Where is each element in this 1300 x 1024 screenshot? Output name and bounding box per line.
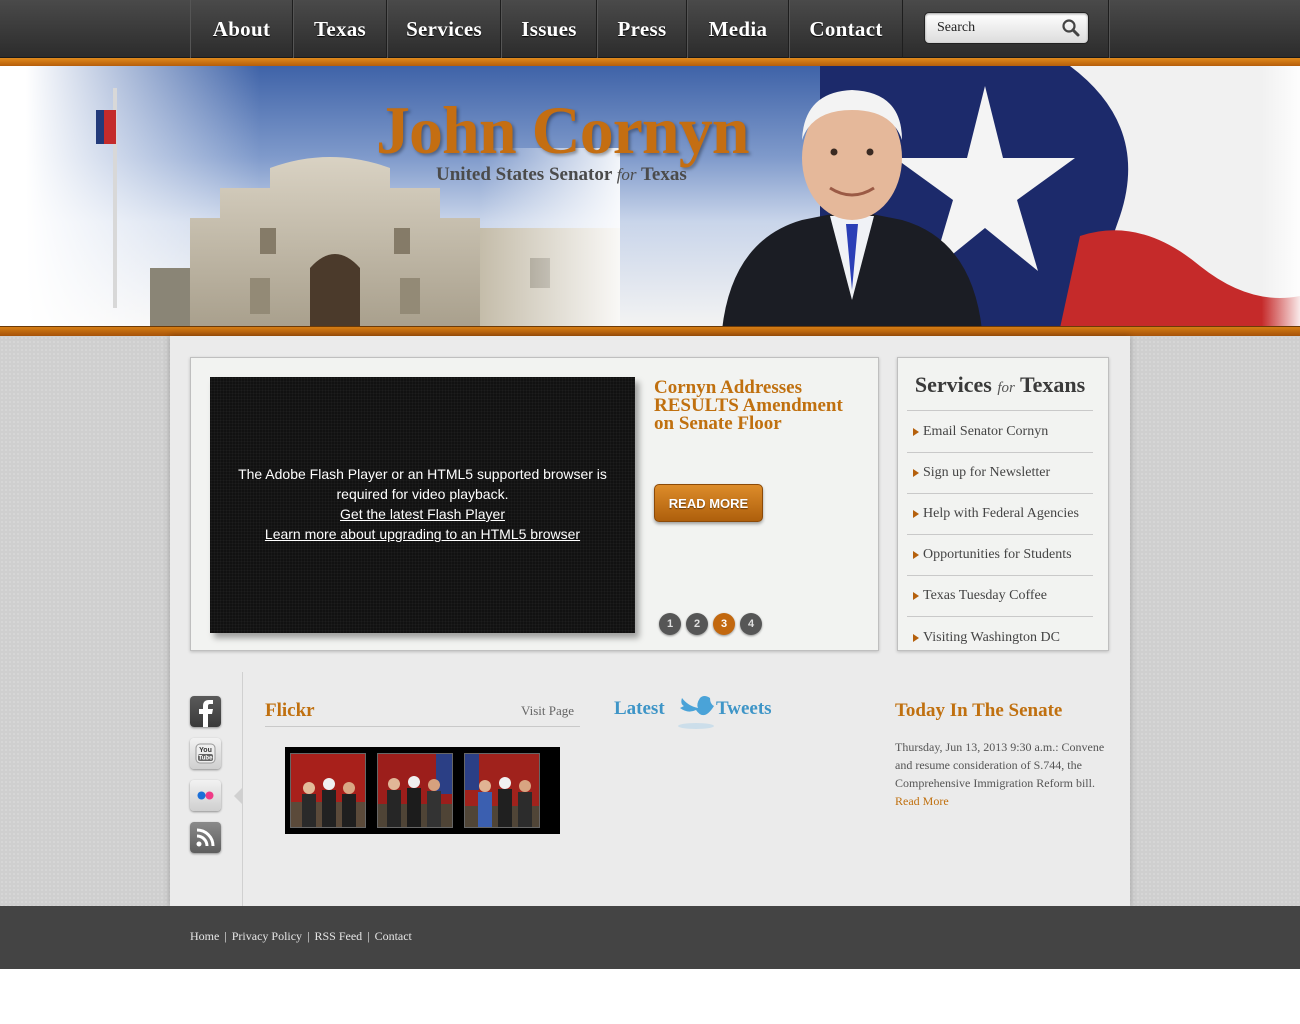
pager-dot-4[interactable]: 4 xyxy=(740,613,762,635)
service-label: Email Senator Cornyn xyxy=(923,424,1049,439)
svg-text:Tube: Tube xyxy=(199,756,214,762)
footer-separator: | xyxy=(307,929,310,943)
service-visiting-dc[interactable]: Visiting Washington DC xyxy=(907,617,1093,658)
footer-contact-link[interactable]: Contact xyxy=(375,929,412,943)
footer-home-link[interactable]: Home xyxy=(190,929,219,943)
subtitle-pre: United States Senator xyxy=(436,164,612,185)
read-more-button[interactable]: READ MORE xyxy=(654,484,763,522)
flash-player-link[interactable]: Get the latest Flash Player xyxy=(210,504,635,524)
tweets-tweets-label: Tweets xyxy=(716,698,772,719)
footer-rss-link[interactable]: RSS Feed xyxy=(314,929,362,943)
senate-title: Today In The Senate xyxy=(895,700,1063,721)
top-nav-bar: About Texas Services Issues Press Media … xyxy=(0,0,1300,58)
senator-portrait xyxy=(722,90,982,330)
header-banner: John Cornyn United States Senator for Te… xyxy=(0,58,1300,336)
social-divider xyxy=(242,672,243,906)
divider-notch xyxy=(234,788,242,804)
latest-tweets-header: Latest Tweets xyxy=(614,692,814,732)
twitter-bird-icon xyxy=(678,696,714,729)
senate-text: Thursday, Jun 13, 2013 9:30 a.m.: Conven… xyxy=(895,738,1105,810)
services-title: Services for Texans xyxy=(907,372,1093,411)
flickr-photo[interactable] xyxy=(377,753,453,828)
search-icon[interactable] xyxy=(1059,16,1083,40)
service-federal-agencies[interactable]: Help with Federal Agencies xyxy=(907,494,1093,535)
service-label: Help with Federal Agencies xyxy=(923,506,1079,521)
video-player[interactable]: The Adobe Flash Player or an HTML5 suppo… xyxy=(210,377,635,633)
senate-read-more-link[interactable]: Read More xyxy=(895,794,949,808)
video-message-text: The Adobe Flash Player or an HTML5 suppo… xyxy=(238,466,607,502)
service-students[interactable]: Opportunities for Students xyxy=(907,535,1093,576)
subtitle-for: for xyxy=(616,165,637,184)
flickr-photo-strip xyxy=(285,747,560,834)
footer-separator: | xyxy=(224,929,227,943)
pager-dot-3[interactable]: 3 xyxy=(713,613,735,635)
search-input[interactable] xyxy=(937,17,1057,39)
flickr-visit-page-link[interactable]: Visit Page xyxy=(521,703,574,719)
tweets-latest-label: Latest xyxy=(614,698,665,719)
footer-privacy-link[interactable]: Privacy Policy xyxy=(232,929,302,943)
orange-rule-bottom xyxy=(0,326,1300,336)
slide-pager: 1 2 3 4 xyxy=(659,613,762,635)
social-links: You Tube xyxy=(190,696,222,864)
nav-about[interactable]: About xyxy=(190,0,293,58)
facebook-icon[interactable] xyxy=(190,696,221,727)
arrow-right-icon xyxy=(913,469,919,477)
orange-rule-top xyxy=(0,58,1300,66)
footer-links: Home | Privacy Policy | RSS Feed | Contact xyxy=(190,929,412,944)
html5-browser-link[interactable]: Learn more about upgrading to an HTML5 b… xyxy=(210,524,635,544)
flickr-title: Flickr xyxy=(265,700,315,721)
nav-press[interactable]: Press xyxy=(597,0,687,58)
main-nav: About Texas Services Issues Press Media … xyxy=(190,0,903,58)
feature-headline[interactable]: Cornyn Addresses RESULTS Amendment on Se… xyxy=(654,378,854,433)
pole-flag xyxy=(96,110,116,144)
nav-end-divider xyxy=(1108,0,1110,58)
service-email[interactable]: Email Senator Cornyn xyxy=(907,412,1093,453)
senate-body: Thursday, Jun 13, 2013 9:30 a.m.: Conven… xyxy=(895,740,1105,790)
nav-texas[interactable]: Texas xyxy=(293,0,387,58)
service-newsletter[interactable]: Sign up for Newsletter xyxy=(907,453,1093,494)
arrow-right-icon xyxy=(913,551,919,559)
services-title-for: for xyxy=(997,380,1015,396)
pager-dot-1[interactable]: 1 xyxy=(659,613,681,635)
nav-contact[interactable]: Contact xyxy=(789,0,903,58)
subtitle-post: Texas xyxy=(640,164,687,185)
arrow-right-icon xyxy=(913,428,919,436)
youtube-icon[interactable]: You Tube xyxy=(190,738,221,769)
search-box xyxy=(924,12,1089,44)
services-box: Services for Texans Email Senator Cornyn… xyxy=(897,357,1109,651)
main-area: The Adobe Flash Player or an HTML5 suppo… xyxy=(0,336,1300,906)
arrow-right-icon xyxy=(913,510,919,518)
service-label: Visiting Washington DC xyxy=(923,629,1061,645)
arrow-right-icon xyxy=(913,633,919,642)
nav-issues[interactable]: Issues xyxy=(501,0,597,58)
flickr-photo[interactable] xyxy=(464,753,540,828)
rss-icon[interactable] xyxy=(190,822,221,853)
service-label: Sign up for Newsletter xyxy=(923,465,1051,480)
arrow-right-icon xyxy=(913,592,919,600)
video-message: The Adobe Flash Player or an HTML5 suppo… xyxy=(210,464,635,544)
services-title-pre: Services xyxy=(914,372,992,397)
service-label: Texas Tuesday Coffee xyxy=(923,588,1047,603)
flickr-icon[interactable] xyxy=(190,780,221,811)
banner-subtitle: United States Senator for Texas xyxy=(436,164,687,186)
flickr-photo[interactable] xyxy=(290,753,366,828)
service-label: Opportunities for Students xyxy=(923,547,1072,562)
footer: Home | Privacy Policy | RSS Feed | Contact xyxy=(0,906,1300,969)
nav-services[interactable]: Services xyxy=(387,0,501,58)
footer-separator: | xyxy=(367,929,370,943)
banner-title: John Cornyn xyxy=(376,92,750,168)
services-list: Email Senator Cornyn Sign up for Newslet… xyxy=(907,412,1093,658)
svg-text:You: You xyxy=(199,747,212,754)
nav-media[interactable]: Media xyxy=(687,0,789,58)
services-title-post: Texans xyxy=(1019,372,1086,397)
flickr-rule xyxy=(265,726,580,727)
feature-panel: The Adobe Flash Player or an HTML5 suppo… xyxy=(190,357,879,651)
content-column: The Adobe Flash Player or an HTML5 suppo… xyxy=(170,336,1130,906)
pager-dot-2[interactable]: 2 xyxy=(686,613,708,635)
service-tuesday-coffee[interactable]: Texas Tuesday Coffee xyxy=(907,576,1093,617)
